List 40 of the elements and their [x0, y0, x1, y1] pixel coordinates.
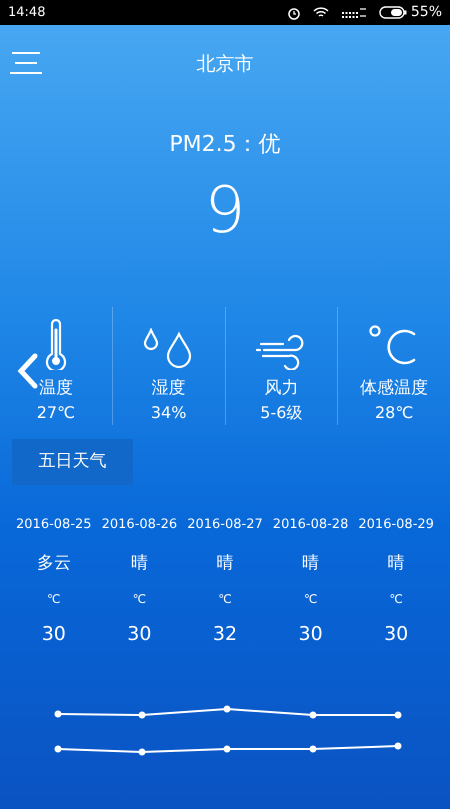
- forecast-weather: 晴: [388, 552, 405, 574]
- forecast-weather: 晴: [302, 552, 320, 574]
- metric-value: 5-6级: [260, 403, 302, 423]
- forecast-temp: 30: [42, 622, 66, 647]
- forecast-temp: 30: [298, 622, 323, 647]
- metric-value: 27℃: [36, 403, 76, 423]
- forecast-date: 2016-08-27: [187, 516, 263, 534]
- pm25-value: 9: [204, 179, 246, 243]
- metric-label: 风力: [264, 378, 298, 399]
- city-title: 北京市: [196, 52, 254, 77]
- five-day-tab[interactable]: 五日天气: [12, 439, 133, 485]
- metric-value: 34%: [150, 403, 186, 423]
- menu-button[interactable]: [10, 51, 44, 75]
- pm25-label: PM2.5：优: [169, 131, 281, 159]
- thermometer-icon: [44, 318, 68, 370]
- signal-icon: [340, 6, 367, 18]
- metric-label: 温度: [38, 378, 73, 399]
- battery-icon: [378, 6, 407, 19]
- alarm-icon: [286, 6, 301, 20]
- forecast-date: 2016-08-28: [272, 516, 348, 534]
- forecast-date: 2016-08-26: [102, 516, 178, 534]
- forecast-weather: 晴: [130, 552, 148, 574]
- forecast-unit: ℃: [132, 591, 146, 608]
- forecast-weather: 晴: [216, 552, 234, 574]
- forecast-weather: 多云: [36, 552, 71, 574]
- status-time: 14:48: [8, 4, 46, 22]
- forecast-temp: 30: [384, 622, 408, 647]
- forecast-unit: ℃: [389, 591, 403, 608]
- forecast-temp: 32: [212, 622, 238, 647]
- forecast-temp: 30: [127, 622, 152, 647]
- metric-label: 体感温度: [360, 378, 428, 399]
- forecast-unit: ℃: [304, 591, 318, 608]
- wifi-icon: [312, 6, 329, 18]
- forecast-date: 2016-08-25: [16, 516, 92, 534]
- battery-percentage: 55%: [410, 3, 442, 22]
- metric-label: 湿度: [152, 378, 186, 399]
- forecast-unit: ℃: [218, 591, 232, 608]
- forecast-date: 2016-08-29: [358, 516, 434, 534]
- forecast-unit: ℃: [47, 591, 61, 608]
- metric-value: 28℃: [374, 403, 414, 423]
